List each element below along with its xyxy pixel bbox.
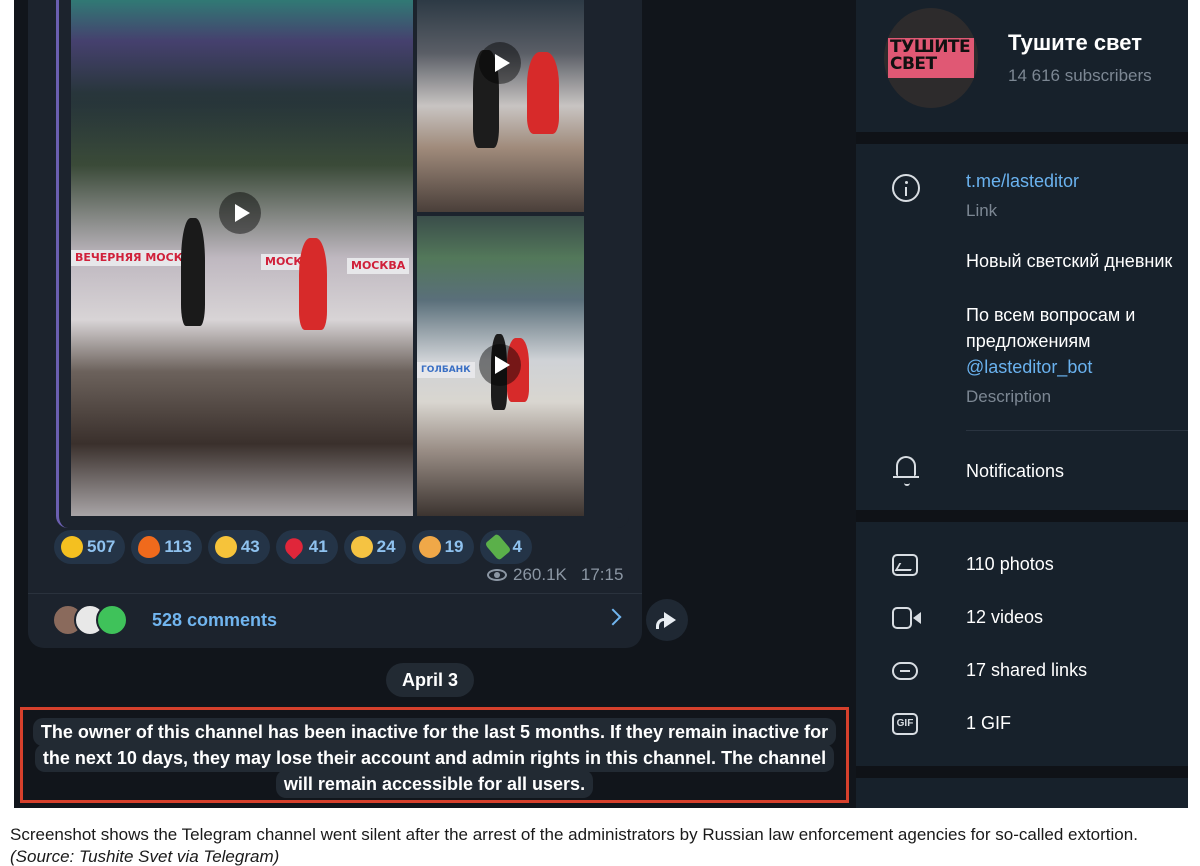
chat-area: ВЕЧЕРНЯЯ МОСКВА МОСКВА МОСКВА ГОЛБАНК 50… [14, 0, 856, 808]
description-line: По всем вопросам и [966, 305, 1136, 325]
bot-mention-link[interactable]: @lasteditor_bot [966, 354, 1092, 380]
avatar [96, 604, 128, 636]
bell-icon [893, 456, 919, 486]
channel-header: ТУШИТЕ СВЕТ Тушите свет 14 616 subscribe… [856, 0, 1188, 132]
description-label: Description [966, 387, 1052, 406]
reaction-count: 4 [512, 537, 522, 556]
gif-count: 1 GIF [966, 713, 1012, 733]
play-icon[interactable] [479, 344, 521, 386]
link-icon [892, 662, 918, 680]
reaction-count: 113 [164, 537, 192, 556]
description-line: Новый светский дневник [966, 251, 1173, 271]
reaction-count: 507 [87, 537, 116, 556]
view-count: 260.1K [513, 565, 567, 584]
dancer-figure [527, 52, 559, 134]
post-time: 17:15 [580, 565, 624, 584]
rofl-emoji-icon [214, 536, 237, 558]
description-line: предложениям [966, 331, 1091, 351]
divider [966, 430, 1188, 431]
heart-icon [281, 534, 307, 560]
heart-eyes-icon [350, 536, 373, 558]
comments-count: 528 comments [152, 610, 278, 630]
channel-link[interactable]: t.me/lasteditor [966, 168, 1079, 194]
notice-text: The owner of this channel has been inact… [32, 718, 837, 746]
inactive-owner-notice: The owner of this channel has been inact… [20, 707, 849, 803]
video-thumbnail-competition[interactable]: ГОЛБАНК [417, 216, 584, 516]
play-icon[interactable] [479, 42, 521, 84]
reaction-count: 41 [308, 537, 328, 556]
champagne-icon [484, 533, 511, 561]
comments-button[interactable]: 528 comments [28, 593, 642, 648]
notice-text: the next 10 days, they may lose their ac… [34, 744, 835, 772]
reaction-count: 43 [240, 537, 260, 556]
fire-icon [138, 536, 161, 558]
play-icon[interactable] [219, 192, 261, 234]
channel-avatar[interactable]: ТУШИТЕ СВЕТ [884, 8, 978, 108]
reaction-count: 24 [376, 537, 396, 556]
exploding-head-icon [418, 536, 441, 558]
share-icon [656, 612, 676, 629]
commenter-avatars [52, 604, 142, 638]
reaction-thumbs-up[interactable]: 507 [54, 530, 126, 564]
figure-caption: Screenshot shows the Telegram channel we… [10, 824, 1195, 866]
channel-logo: ТУШИТЕ СВЕТ [890, 39, 971, 74]
reaction-exploding-head[interactable]: 19 [411, 530, 474, 564]
photos-count: 110 photos [966, 554, 1054, 574]
notice-text: will remain accessible for all users. [275, 770, 594, 798]
subscriber-count: 14 616 subscribers [1008, 66, 1152, 85]
eye-icon [487, 569, 507, 581]
photo-icon [892, 554, 918, 576]
video-thumbnail-ballroom[interactable]: ВЕЧЕРНЯЯ МОСКВА МОСКВА МОСКВА [71, 0, 413, 516]
post-media-album: ВЕЧЕРНЯЯ МОСКВА МОСКВА МОСКВА ГОЛБАНК [56, 0, 629, 528]
video-thumbnail-dance[interactable] [417, 0, 584, 212]
banner-text: МОСКВА [347, 258, 410, 274]
caption-source: (Source: Tushite Svet via Telegram) [10, 847, 280, 866]
post-meta: 260.1K 17:15 [487, 565, 623, 585]
panel-bottom-section [856, 778, 1188, 808]
info-icon [892, 174, 920, 202]
gif-icon: GIF [892, 713, 918, 735]
reaction-champagne[interactable]: 4 [479, 530, 532, 564]
reaction-fire[interactable]: 113 [131, 530, 202, 564]
links-count: 17 shared links [966, 660, 1088, 680]
share-button[interactable] [646, 599, 688, 641]
caption-text: Screenshot shows the Telegram channel we… [10, 825, 1138, 844]
reaction-heart-eyes[interactable]: 24 [343, 530, 406, 564]
shared-media-section: 110 photos 12 videos 17 shared links GIF… [856, 522, 1188, 766]
telegram-window: ВЕЧЕРНЯЯ МОСКВА МОСКВА МОСКВА ГОЛБАНК 50… [14, 0, 1188, 808]
channel-post: ВЕЧЕРНЯЯ МОСКВА МОСКВА МОСКВА ГОЛБАНК 50… [28, 0, 642, 648]
reaction-heart[interactable]: 41 [275, 530, 338, 564]
link-label: Link [966, 201, 998, 220]
channel-info-panel: ТУШИТЕ СВЕТ Тушите свет 14 616 subscribe… [856, 0, 1188, 808]
banner-text: ГОЛБАНК [417, 362, 475, 378]
reaction-rofl[interactable]: 43 [207, 530, 270, 564]
dancer-figure [299, 238, 327, 330]
date-separator: April 3 [386, 663, 475, 697]
reactions-bar: 507 113 43 41 24 19 4 [54, 530, 532, 564]
chevron-right-icon [604, 608, 622, 626]
videos-count: 12 videos [966, 607, 1044, 627]
reaction-count: 19 [444, 537, 464, 556]
thumbs-up-icon [61, 536, 83, 558]
logo-text-line: СВЕТ [890, 54, 937, 74]
notifications-label: Notifications [966, 461, 1065, 481]
channel-details: t.me/lasteditor Link Новый светский днев… [856, 144, 1188, 510]
channel-name: Тушите свет [1008, 30, 1143, 55]
dancer-figure [181, 218, 205, 326]
video-icon [892, 607, 921, 629]
